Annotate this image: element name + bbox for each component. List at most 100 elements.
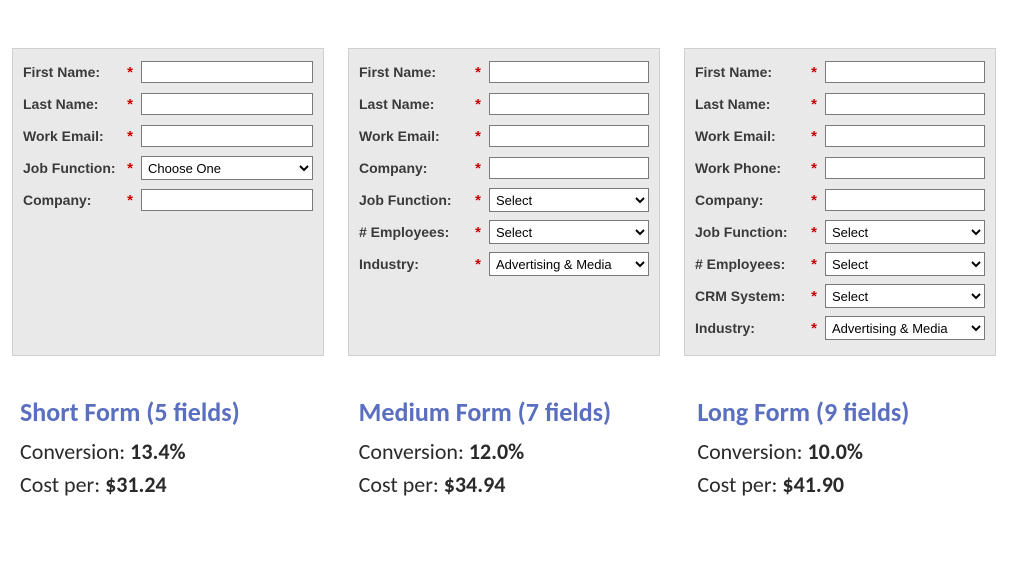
stat-conversion: Conversion: 13.4%: [20, 438, 335, 465]
field-row: Job Function: * Select: [695, 217, 985, 247]
required-marker-icon: *: [471, 64, 485, 81]
field-row: Job Function: * Choose One: [23, 153, 313, 183]
field-label: First Name:: [695, 64, 807, 80]
short-form: First Name: * Last Name: * Work Email: *…: [12, 48, 324, 356]
last-name-input[interactable]: [141, 93, 313, 115]
work-email-input[interactable]: [489, 125, 649, 147]
first-name-input[interactable]: [825, 61, 985, 83]
job-function-select[interactable]: Choose One: [141, 156, 313, 180]
work-email-input[interactable]: [141, 125, 313, 147]
required-marker-icon: *: [471, 224, 485, 241]
job-function-select[interactable]: Select: [825, 220, 985, 244]
required-marker-icon: *: [807, 256, 821, 273]
field-row: Company: *: [23, 185, 313, 215]
field-row: Company: *: [359, 153, 649, 183]
field-row: Last Name: *: [695, 89, 985, 119]
field-row: Work Email: *: [359, 121, 649, 151]
field-label: Work Email:: [23, 128, 123, 144]
field-label: Last Name:: [695, 96, 807, 112]
field-row: # Employees: * Select: [359, 217, 649, 247]
field-row: First Name: *: [23, 57, 313, 87]
required-marker-icon: *: [807, 192, 821, 209]
field-row: Industry: * Advertising & Media: [695, 313, 985, 343]
page: First Name: * Last Name: * Work Email: *…: [0, 0, 1024, 577]
required-marker-icon: *: [471, 96, 485, 113]
field-label: Work Email:: [695, 128, 807, 144]
field-row: # Employees: * Select: [695, 249, 985, 279]
field-label: Last Name:: [359, 96, 471, 112]
field-label: First Name:: [23, 64, 123, 80]
field-row: Job Function: * Select: [359, 185, 649, 215]
required-marker-icon: *: [807, 288, 821, 305]
company-input[interactable]: [825, 189, 985, 211]
stat-cost: Cost per: $34.94: [359, 471, 674, 498]
required-marker-icon: *: [807, 160, 821, 177]
stat-label: Cost per:: [359, 471, 439, 498]
stat-label: Conversion:: [359, 438, 464, 465]
stat-label: Cost per:: [20, 471, 100, 498]
field-label: Job Function:: [23, 160, 123, 176]
short-stats: Short Form (5 fields) Conversion: 13.4% …: [20, 396, 335, 504]
forms-row: First Name: * Last Name: * Work Email: *…: [12, 48, 1012, 356]
stat-value: $31.24: [105, 471, 167, 498]
stat-title: Long Form (9 fields): [697, 396, 1012, 428]
field-label: Work Phone:: [695, 160, 807, 176]
stat-value: 10.0%: [808, 438, 863, 465]
stat-label: Cost per:: [697, 471, 777, 498]
stat-value: $41.90: [782, 471, 844, 498]
stat-label: Conversion:: [697, 438, 802, 465]
field-label: # Employees:: [695, 256, 807, 272]
job-function-select[interactable]: Select: [489, 188, 649, 212]
field-row: Last Name: *: [23, 89, 313, 119]
required-marker-icon: *: [471, 160, 485, 177]
stat-title: Short Form (5 fields): [20, 396, 335, 428]
last-name-input[interactable]: [825, 93, 985, 115]
required-marker-icon: *: [807, 224, 821, 241]
field-label: Company:: [359, 160, 471, 176]
company-input[interactable]: [141, 189, 313, 211]
stat-conversion: Conversion: 12.0%: [359, 438, 674, 465]
field-label: Job Function:: [359, 192, 471, 208]
field-label: Industry:: [359, 256, 471, 272]
field-row: Work Phone: *: [695, 153, 985, 183]
field-label: Company:: [695, 192, 807, 208]
medium-stats: Medium Form (7 fields) Conversion: 12.0%…: [359, 396, 674, 504]
required-marker-icon: *: [123, 64, 137, 81]
required-marker-icon: *: [807, 128, 821, 145]
required-marker-icon: *: [123, 192, 137, 209]
field-row: Work Email: *: [23, 121, 313, 151]
field-row: Industry: * Advertising & Media: [359, 249, 649, 279]
employees-select[interactable]: Select: [825, 252, 985, 276]
work-phone-input[interactable]: [825, 157, 985, 179]
field-label: First Name:: [359, 64, 471, 80]
stat-label: Conversion:: [20, 438, 125, 465]
required-marker-icon: *: [807, 64, 821, 81]
field-row: Work Email: *: [695, 121, 985, 151]
crm-system-select[interactable]: Select: [825, 284, 985, 308]
employees-select[interactable]: Select: [489, 220, 649, 244]
last-name-input[interactable]: [489, 93, 649, 115]
field-label: Job Function:: [695, 224, 807, 240]
field-label: Last Name:: [23, 96, 123, 112]
required-marker-icon: *: [123, 160, 137, 177]
company-input[interactable]: [489, 157, 649, 179]
long-form: First Name: * Last Name: * Work Email: *…: [684, 48, 996, 356]
stats-row: Short Form (5 fields) Conversion: 13.4% …: [12, 396, 1012, 504]
work-email-input[interactable]: [825, 125, 985, 147]
stat-title: Medium Form (7 fields): [359, 396, 674, 428]
field-label: # Employees:: [359, 224, 471, 240]
stat-conversion: Conversion: 10.0%: [697, 438, 1012, 465]
stat-value: 12.0%: [469, 438, 524, 465]
first-name-input[interactable]: [489, 61, 649, 83]
stat-value: 13.4%: [130, 438, 185, 465]
field-row: First Name: *: [695, 57, 985, 87]
stat-cost: Cost per: $31.24: [20, 471, 335, 498]
required-marker-icon: *: [471, 128, 485, 145]
industry-select[interactable]: Advertising & Media: [489, 252, 649, 276]
field-label: Work Email:: [359, 128, 471, 144]
field-label: CRM System:: [695, 288, 807, 304]
long-stats: Long Form (9 fields) Conversion: 10.0% C…: [697, 396, 1012, 504]
industry-select[interactable]: Advertising & Media: [825, 316, 985, 340]
first-name-input[interactable]: [141, 61, 313, 83]
required-marker-icon: *: [471, 256, 485, 273]
